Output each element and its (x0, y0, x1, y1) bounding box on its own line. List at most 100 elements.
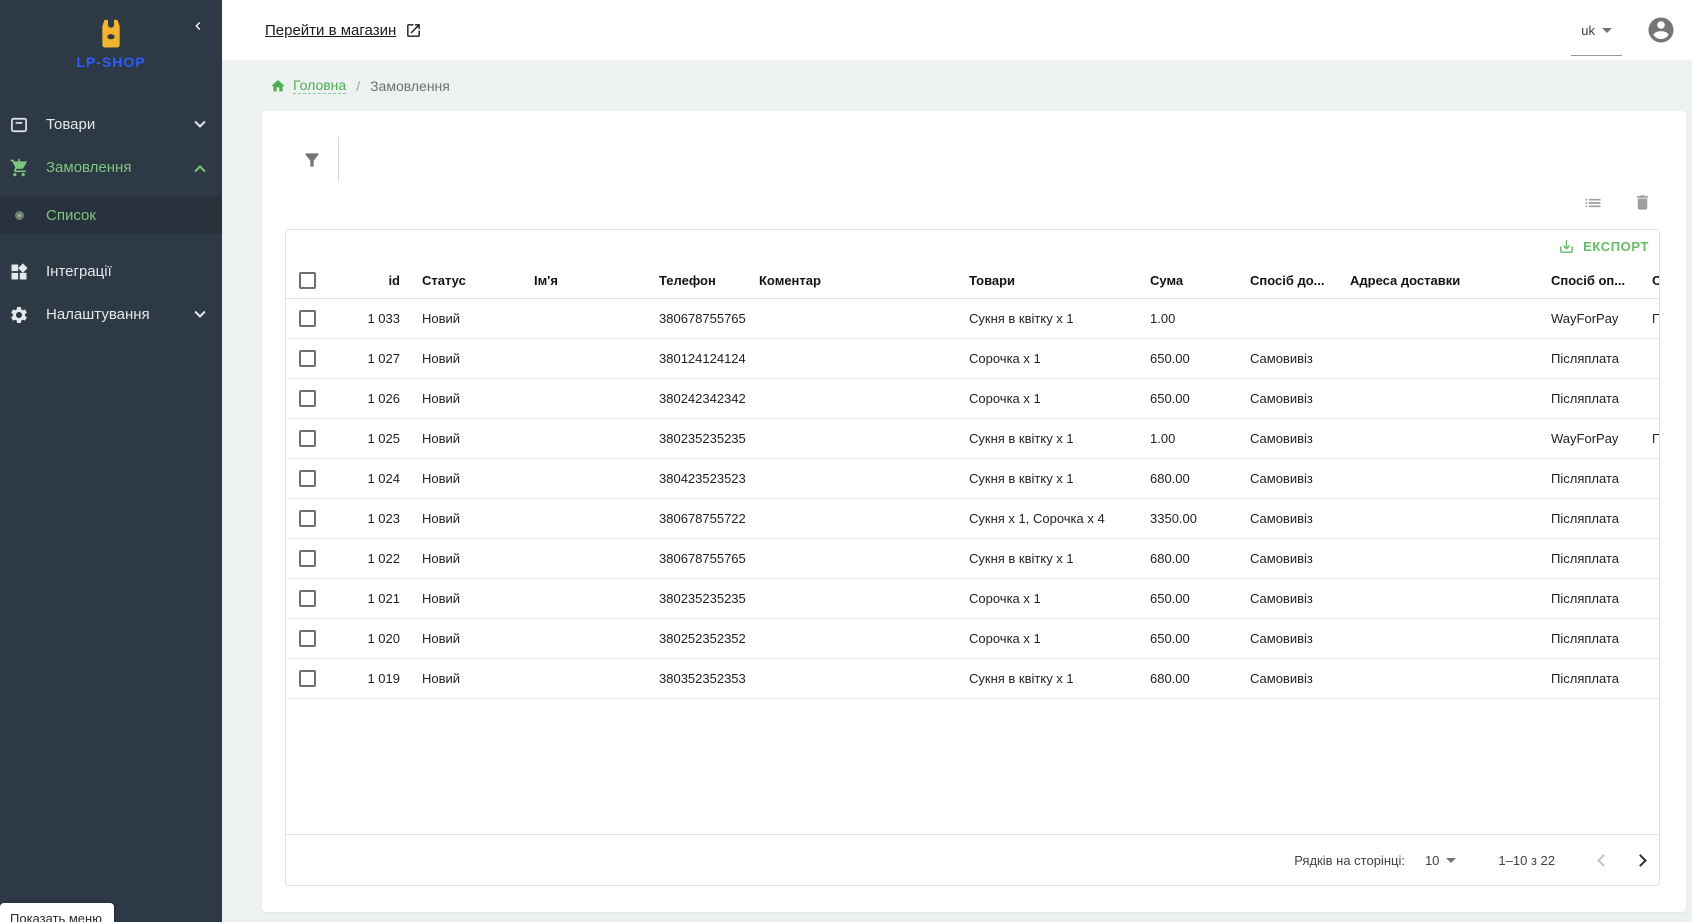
table-row[interactable]: 1 025Новий380235235235Сукня в квітку x 1… (286, 419, 1659, 459)
col-header-name[interactable]: Ім'я (534, 273, 659, 288)
cell-id: 1 022 (326, 551, 422, 566)
table-row[interactable]: 1 019Новий380352352353Сукня в квітку x 1… (286, 659, 1659, 699)
cell-id: 1 023 (326, 511, 422, 526)
col-header-status[interactable]: Статус (422, 273, 534, 288)
cell-products: Сукня в квітку x 1 (969, 471, 1150, 486)
col-header-sum[interactable]: Сума (1150, 273, 1250, 288)
cell-id: 1 025 (326, 431, 422, 446)
col-header-phone[interactable]: Телефон (659, 273, 759, 288)
cell-pay_status: Пе (1652, 311, 1660, 326)
cell-phone: 380235235235 (659, 431, 759, 446)
table-row[interactable]: 1 022Новий380678755765Сукня в квітку x 1… (286, 539, 1659, 579)
sidebar-item-label: Замовлення (46, 159, 131, 176)
col-header-delivery[interactable]: Спосіб до... (1250, 273, 1350, 288)
cell-products: Сорочка x 1 (969, 351, 1150, 366)
column-settings-button[interactable] (1583, 193, 1603, 213)
row-checkbox[interactable] (299, 390, 316, 407)
cart-plus-icon (8, 157, 30, 179)
sidebar-item-settings[interactable]: Налаштування (0, 293, 222, 336)
cell-delivery: Самовивіз (1250, 431, 1350, 446)
sidebar-item-integrations[interactable]: Інтеграції (0, 250, 222, 293)
sidebar-item-orders[interactable]: Замовлення (0, 146, 222, 189)
row-checkbox[interactable] (299, 630, 316, 647)
cell-phone: 380678755765 (659, 551, 759, 566)
cell-delivery: Самовивіз (1250, 631, 1350, 646)
delete-button[interactable] (1633, 193, 1652, 213)
logo-text: LP-SHOP (76, 54, 145, 70)
table-row[interactable]: 1 024Новий380423523523Сукня в квітку x 1… (286, 459, 1659, 499)
caret-down-icon[interactable] (1446, 858, 1456, 863)
select-all-checkbox[interactable] (299, 272, 316, 289)
cell-status: Новий (422, 591, 534, 606)
table-row[interactable]: 1 026Новий380242342342Сорочка x 1650.00С… (286, 379, 1659, 419)
cell-payment: Післяплата (1551, 351, 1652, 366)
cell-payment: Післяплата (1551, 511, 1652, 526)
shopping-bag-logo-icon (98, 18, 124, 50)
show-menu-tooltip[interactable]: Показать меню (0, 903, 114, 922)
cell-phone: 380124124124 (659, 351, 759, 366)
row-checkbox[interactable] (299, 590, 316, 607)
row-checkbox[interactable] (299, 470, 316, 487)
row-checkbox[interactable] (299, 510, 316, 527)
cell-status: Новий (422, 511, 534, 526)
cell-sum: 680.00 (1150, 551, 1250, 566)
col-header-payment[interactable]: Спосіб оп... (1551, 273, 1652, 288)
account-icon (1646, 15, 1676, 45)
language-value: uk (1581, 23, 1595, 38)
row-checkbox[interactable] (299, 430, 316, 447)
cell-sum: 650.00 (1150, 391, 1250, 406)
cell-sum: 3350.00 (1150, 511, 1250, 526)
row-checkbox[interactable] (299, 350, 316, 367)
col-header-address[interactable]: Адреса доставки (1350, 273, 1551, 288)
table-row[interactable]: 1 021Новий380235235235Сорочка x 1650.00С… (286, 579, 1659, 619)
cell-products: Сукня x 1, Сорочка x 4 (969, 511, 1150, 526)
cell-delivery: Самовивіз (1250, 471, 1350, 486)
pagination: Рядків на сторінці: 10 1–10 з 22 (286, 834, 1659, 885)
table-row[interactable]: 1 020Новий380252352352Сорочка x 1650.00С… (286, 619, 1659, 659)
filter-button[interactable] (302, 150, 322, 170)
trash-icon (1633, 193, 1652, 212)
row-checkbox[interactable] (299, 670, 316, 687)
cell-products: Сукня в квітку x 1 (969, 311, 1150, 326)
cell-products: Сорочка x 1 (969, 391, 1150, 406)
cell-payment: Післяплата (1551, 631, 1652, 646)
language-select[interactable]: uk (1571, 23, 1622, 38)
previous-page-button[interactable] (1597, 854, 1610, 867)
cell-products: Сукня в квітку x 1 (969, 671, 1150, 686)
collapse-sidebar-button[interactable] (186, 14, 210, 38)
table-header-row: id Статус Ім'я Телефон Коментар Товари С… (286, 262, 1659, 299)
rows-per-page-value[interactable]: 10 (1425, 853, 1439, 868)
col-header-comment[interactable]: Коментар (759, 273, 969, 288)
cell-id: 1 024 (326, 471, 422, 486)
cell-payment: Післяплата (1551, 471, 1652, 486)
go-to-store-link[interactable]: Перейти в магазин (265, 22, 422, 39)
col-header-pay-status[interactable]: Ст (1652, 273, 1660, 288)
row-checkbox[interactable] (299, 310, 316, 327)
cell-phone: 380678755765 (659, 311, 759, 326)
table-row[interactable]: 1 023Новий380678755722Сукня x 1, Сорочка… (286, 499, 1659, 539)
col-header-products[interactable]: Товари (969, 273, 1150, 288)
dot-icon (8, 204, 30, 226)
breadcrumb-home-link[interactable]: Головна (293, 77, 346, 94)
cell-id: 1 021 (326, 591, 422, 606)
export-button[interactable]: ЕКСПОРТ (1558, 238, 1649, 255)
next-page-button[interactable] (1634, 854, 1647, 867)
table-row[interactable]: 1 033Новий380678755765Сукня в квітку x 1… (286, 299, 1659, 339)
sidebar-item-products[interactable]: Товари (0, 103, 222, 146)
cell-sum: 650.00 (1150, 631, 1250, 646)
cell-phone: 380252352352 (659, 631, 759, 646)
chevron-down-icon (194, 306, 205, 317)
user-avatar-button[interactable] (1646, 15, 1676, 45)
home-icon (270, 78, 286, 94)
cell-delivery: Самовивіз (1250, 351, 1350, 366)
gear-icon (8, 304, 30, 326)
col-header-id[interactable]: id (326, 273, 422, 288)
row-checkbox[interactable] (299, 550, 316, 567)
cell-delivery: Самовивіз (1250, 551, 1350, 566)
cell-id: 1 027 (326, 351, 422, 366)
sidebar-item-orders-list[interactable]: Список (0, 196, 222, 234)
cell-status: Новий (422, 471, 534, 486)
table-row[interactable]: 1 027Новий380124124124Сорочка x 1650.00С… (286, 339, 1659, 379)
cell-payment: Післяплата (1551, 671, 1652, 686)
cell-status: Новий (422, 631, 534, 646)
